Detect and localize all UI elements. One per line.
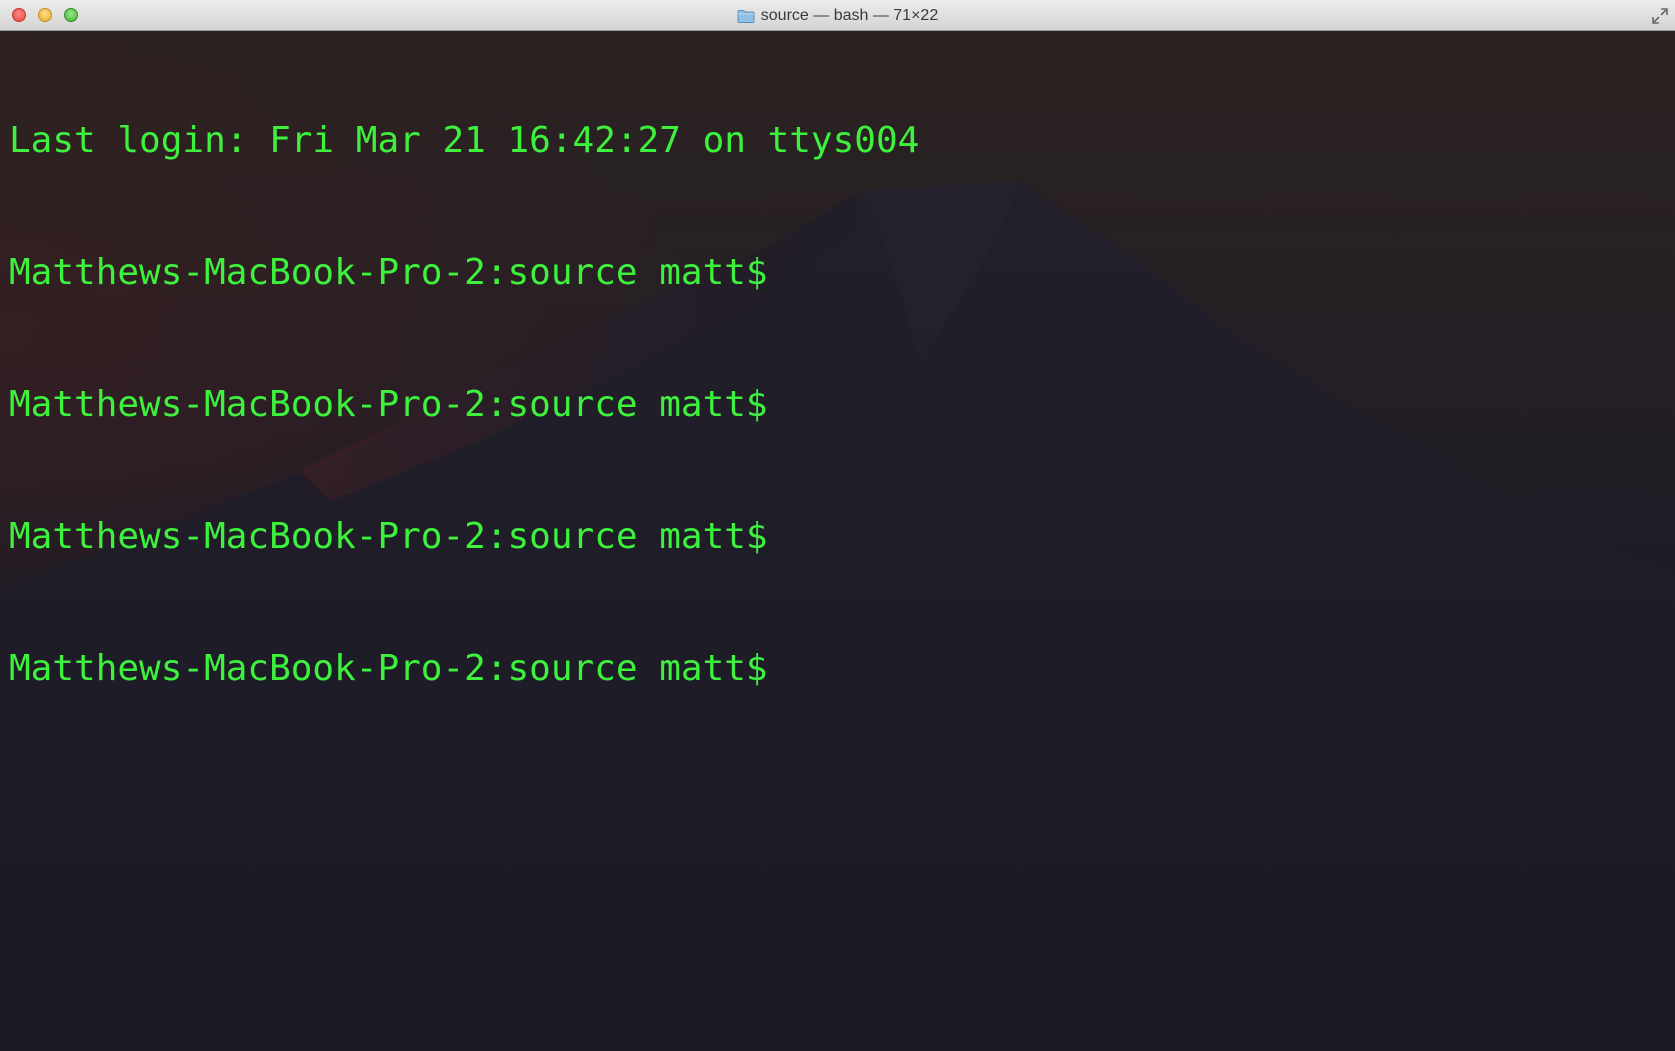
terminal-prompt-line: Matthews-MacBook-Pro-2:source matt$	[9, 384, 768, 425]
window-title-container: source — bash — 71×22	[0, 0, 1675, 31]
window-title: source — bash — 71×22	[760, 6, 939, 24]
terminal-prompt-line: Matthews-MacBook-Pro-2:source matt$	[9, 516, 768, 557]
terminal-line-login: Last login: Fri Mar 21 16:42:27 on ttys0…	[9, 120, 920, 161]
title-bar[interactable]: source — bash — 71×22	[0, 0, 1675, 31]
terminal-window: source — bash — 71×22 Last login: Fri Ma…	[0, 0, 1675, 1051]
folder-icon	[737, 9, 755, 23]
terminal-prompt-line: Matthews-MacBook-Pro-2:source matt$	[9, 648, 768, 689]
terminal-output[interactable]: Last login: Fri Mar 21 16:42:27 on ttys0…	[9, 31, 919, 779]
terminal-prompt-line: Matthews-MacBook-Pro-2:source matt$	[9, 252, 768, 293]
fullscreen-arrows-icon[interactable]	[1651, 7, 1669, 25]
terminal-content[interactable]: Last login: Fri Mar 21 16:42:27 on ttys0…	[0, 31, 1675, 1051]
